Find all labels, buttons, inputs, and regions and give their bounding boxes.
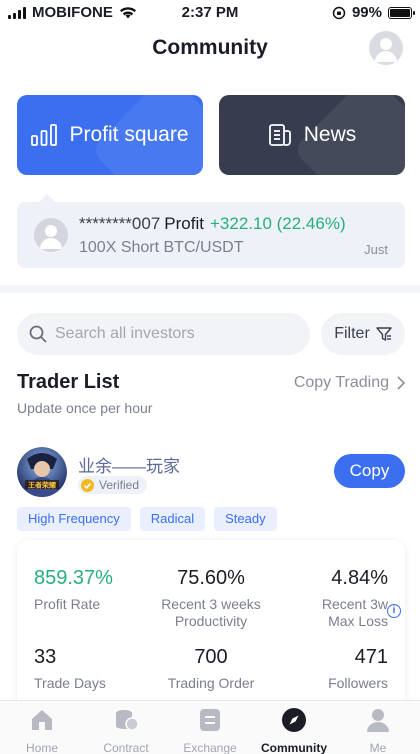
svg-text:王者荣耀: 王者荣耀 bbox=[28, 481, 56, 490]
news-icon bbox=[268, 124, 291, 146]
ticker-avatar bbox=[34, 218, 68, 252]
tab-contract[interactable]: Contract bbox=[84, 707, 168, 754]
trade-days-value: 33 bbox=[34, 646, 57, 668]
trader-name[interactable]: 业余——玩家 bbox=[78, 452, 180, 477]
chevron-right-icon bbox=[397, 376, 405, 390]
home-icon bbox=[32, 710, 52, 730]
person-icon bbox=[375, 38, 397, 62]
search-input[interactable] bbox=[55, 313, 300, 355]
tag-high-frequency: High Frequency bbox=[17, 507, 131, 531]
page-title: Community bbox=[152, 36, 268, 59]
ticker-profit-label: Profit bbox=[164, 214, 204, 233]
followers-label: Followers bbox=[328, 675, 388, 691]
orientation-lock-icon bbox=[332, 6, 346, 19]
max-loss-label: Recent 3w Max Loss bbox=[322, 596, 388, 630]
ticker-notch bbox=[39, 194, 55, 202]
person-icon bbox=[40, 225, 62, 249]
copy-button[interactable]: Copy bbox=[334, 454, 405, 488]
battery-percent: 99% bbox=[351, 4, 382, 21]
coins-icon bbox=[116, 710, 139, 731]
section-divider bbox=[0, 285, 420, 293]
filter-label: Filter bbox=[334, 325, 370, 342]
tab-home-label: Home bbox=[25, 741, 58, 754]
trading-order-label: Trading Order bbox=[167, 675, 255, 691]
search-icon bbox=[29, 325, 47, 343]
trader-avatar[interactable]: 王者荣耀 bbox=[17, 447, 67, 497]
tag-radical: Radical bbox=[139, 507, 206, 531]
check-icon bbox=[81, 478, 94, 492]
stat-trade-days: 33 Trade Days bbox=[34, 646, 106, 692]
trader-list-title: Trader List bbox=[17, 371, 120, 393]
max-loss-value: 4.84% bbox=[331, 567, 388, 589]
stat-followers: 471 Followers bbox=[328, 646, 388, 692]
max-loss-label-line1: Recent 3w bbox=[321, 596, 388, 612]
compass-icon bbox=[282, 708, 306, 732]
profit-rate-value: 859.37% bbox=[34, 567, 113, 589]
profile-avatar[interactable] bbox=[369, 31, 403, 65]
stat-max-loss: 4.84% Recent 3w Max Loss bbox=[322, 567, 388, 630]
ticker-pair: 100X Short BTC/USDT bbox=[79, 239, 244, 256]
bar-chart-icon bbox=[31, 124, 58, 146]
max-loss-label-line2: Max Loss bbox=[328, 613, 388, 629]
person-icon bbox=[367, 709, 389, 732]
tab-contract-label: Contract bbox=[103, 741, 149, 754]
game-character-avatar-icon: 王者荣耀 bbox=[17, 447, 67, 497]
copy-trading-label: Copy Trading bbox=[293, 374, 389, 391]
trader-stats-card[interactable]: 859.37% Profit Rate 75.60% Recent 3 week… bbox=[17, 540, 405, 720]
status-bar: MOBIFONE 2:37 PM 99% bbox=[0, 0, 420, 24]
tab-home[interactable]: Home bbox=[0, 707, 84, 754]
news-tile[interactable]: News bbox=[219, 95, 405, 175]
followers-value: 471 bbox=[354, 646, 388, 668]
productivity-label-line1: Recent 3 weeks bbox=[161, 596, 261, 612]
tile-decoration bbox=[90, 95, 203, 175]
tab-community[interactable]: Community bbox=[252, 707, 336, 754]
profit-rate-label: Profit Rate bbox=[34, 596, 101, 612]
tag-steady: Steady bbox=[214, 507, 277, 531]
bottom-tab-bar: Home Contract Exchange Community Me bbox=[0, 700, 420, 754]
search-box[interactable] bbox=[17, 313, 310, 355]
tab-exchange-label: Exchange bbox=[183, 741, 237, 754]
stat-profit-rate: 859.37% Profit Rate bbox=[34, 567, 113, 613]
trading-order-value: 700 bbox=[194, 646, 228, 668]
header: Community bbox=[0, 28, 420, 68]
stat-productivity: 75.60% Recent 3 weeks Productivity bbox=[141, 567, 281, 630]
tab-me-label: Me bbox=[369, 741, 387, 754]
ticker-time: Just bbox=[364, 242, 388, 257]
ticker-gain: +322.10 (22.46%) bbox=[209, 214, 346, 233]
tab-community-label: Community bbox=[261, 741, 327, 754]
verified-label: Verified bbox=[99, 478, 140, 492]
tile-decoration bbox=[292, 95, 405, 175]
filter-button[interactable]: Filter bbox=[321, 313, 405, 355]
ticker-user: ********007 bbox=[79, 214, 161, 233]
battery-icon bbox=[388, 6, 415, 19]
trade-days-label: Trade Days bbox=[34, 675, 106, 691]
profit-ticker[interactable]: ********007 Profit +322.10 (22.46%) 100X S… bbox=[17, 194, 405, 268]
tab-exchange[interactable]: Exchange bbox=[168, 707, 252, 754]
stat-trading-order: 700 Trading Order bbox=[141, 646, 281, 692]
trader-tags: High Frequency Radical Steady bbox=[17, 507, 277, 531]
ticker-headline: ********007 Profit +322.10 (22.46%) bbox=[79, 214, 346, 234]
verified-badge: Verified bbox=[78, 476, 148, 494]
trader-list-subtitle: Update once per hour bbox=[17, 400, 153, 416]
tab-me[interactable]: Me bbox=[336, 707, 420, 754]
productivity-label: Recent 3 weeks Productivity bbox=[141, 596, 281, 630]
productivity-value: 75.60% bbox=[177, 567, 245, 589]
profit-square-tile[interactable]: Profit square bbox=[17, 95, 203, 175]
copy-trading-link[interactable]: Copy Trading bbox=[294, 374, 405, 392]
exchange-icon bbox=[200, 709, 220, 731]
productivity-label-line2: Productivity bbox=[174, 613, 248, 629]
filter-icon bbox=[376, 327, 392, 341]
info-icon[interactable]: i bbox=[387, 604, 401, 618]
